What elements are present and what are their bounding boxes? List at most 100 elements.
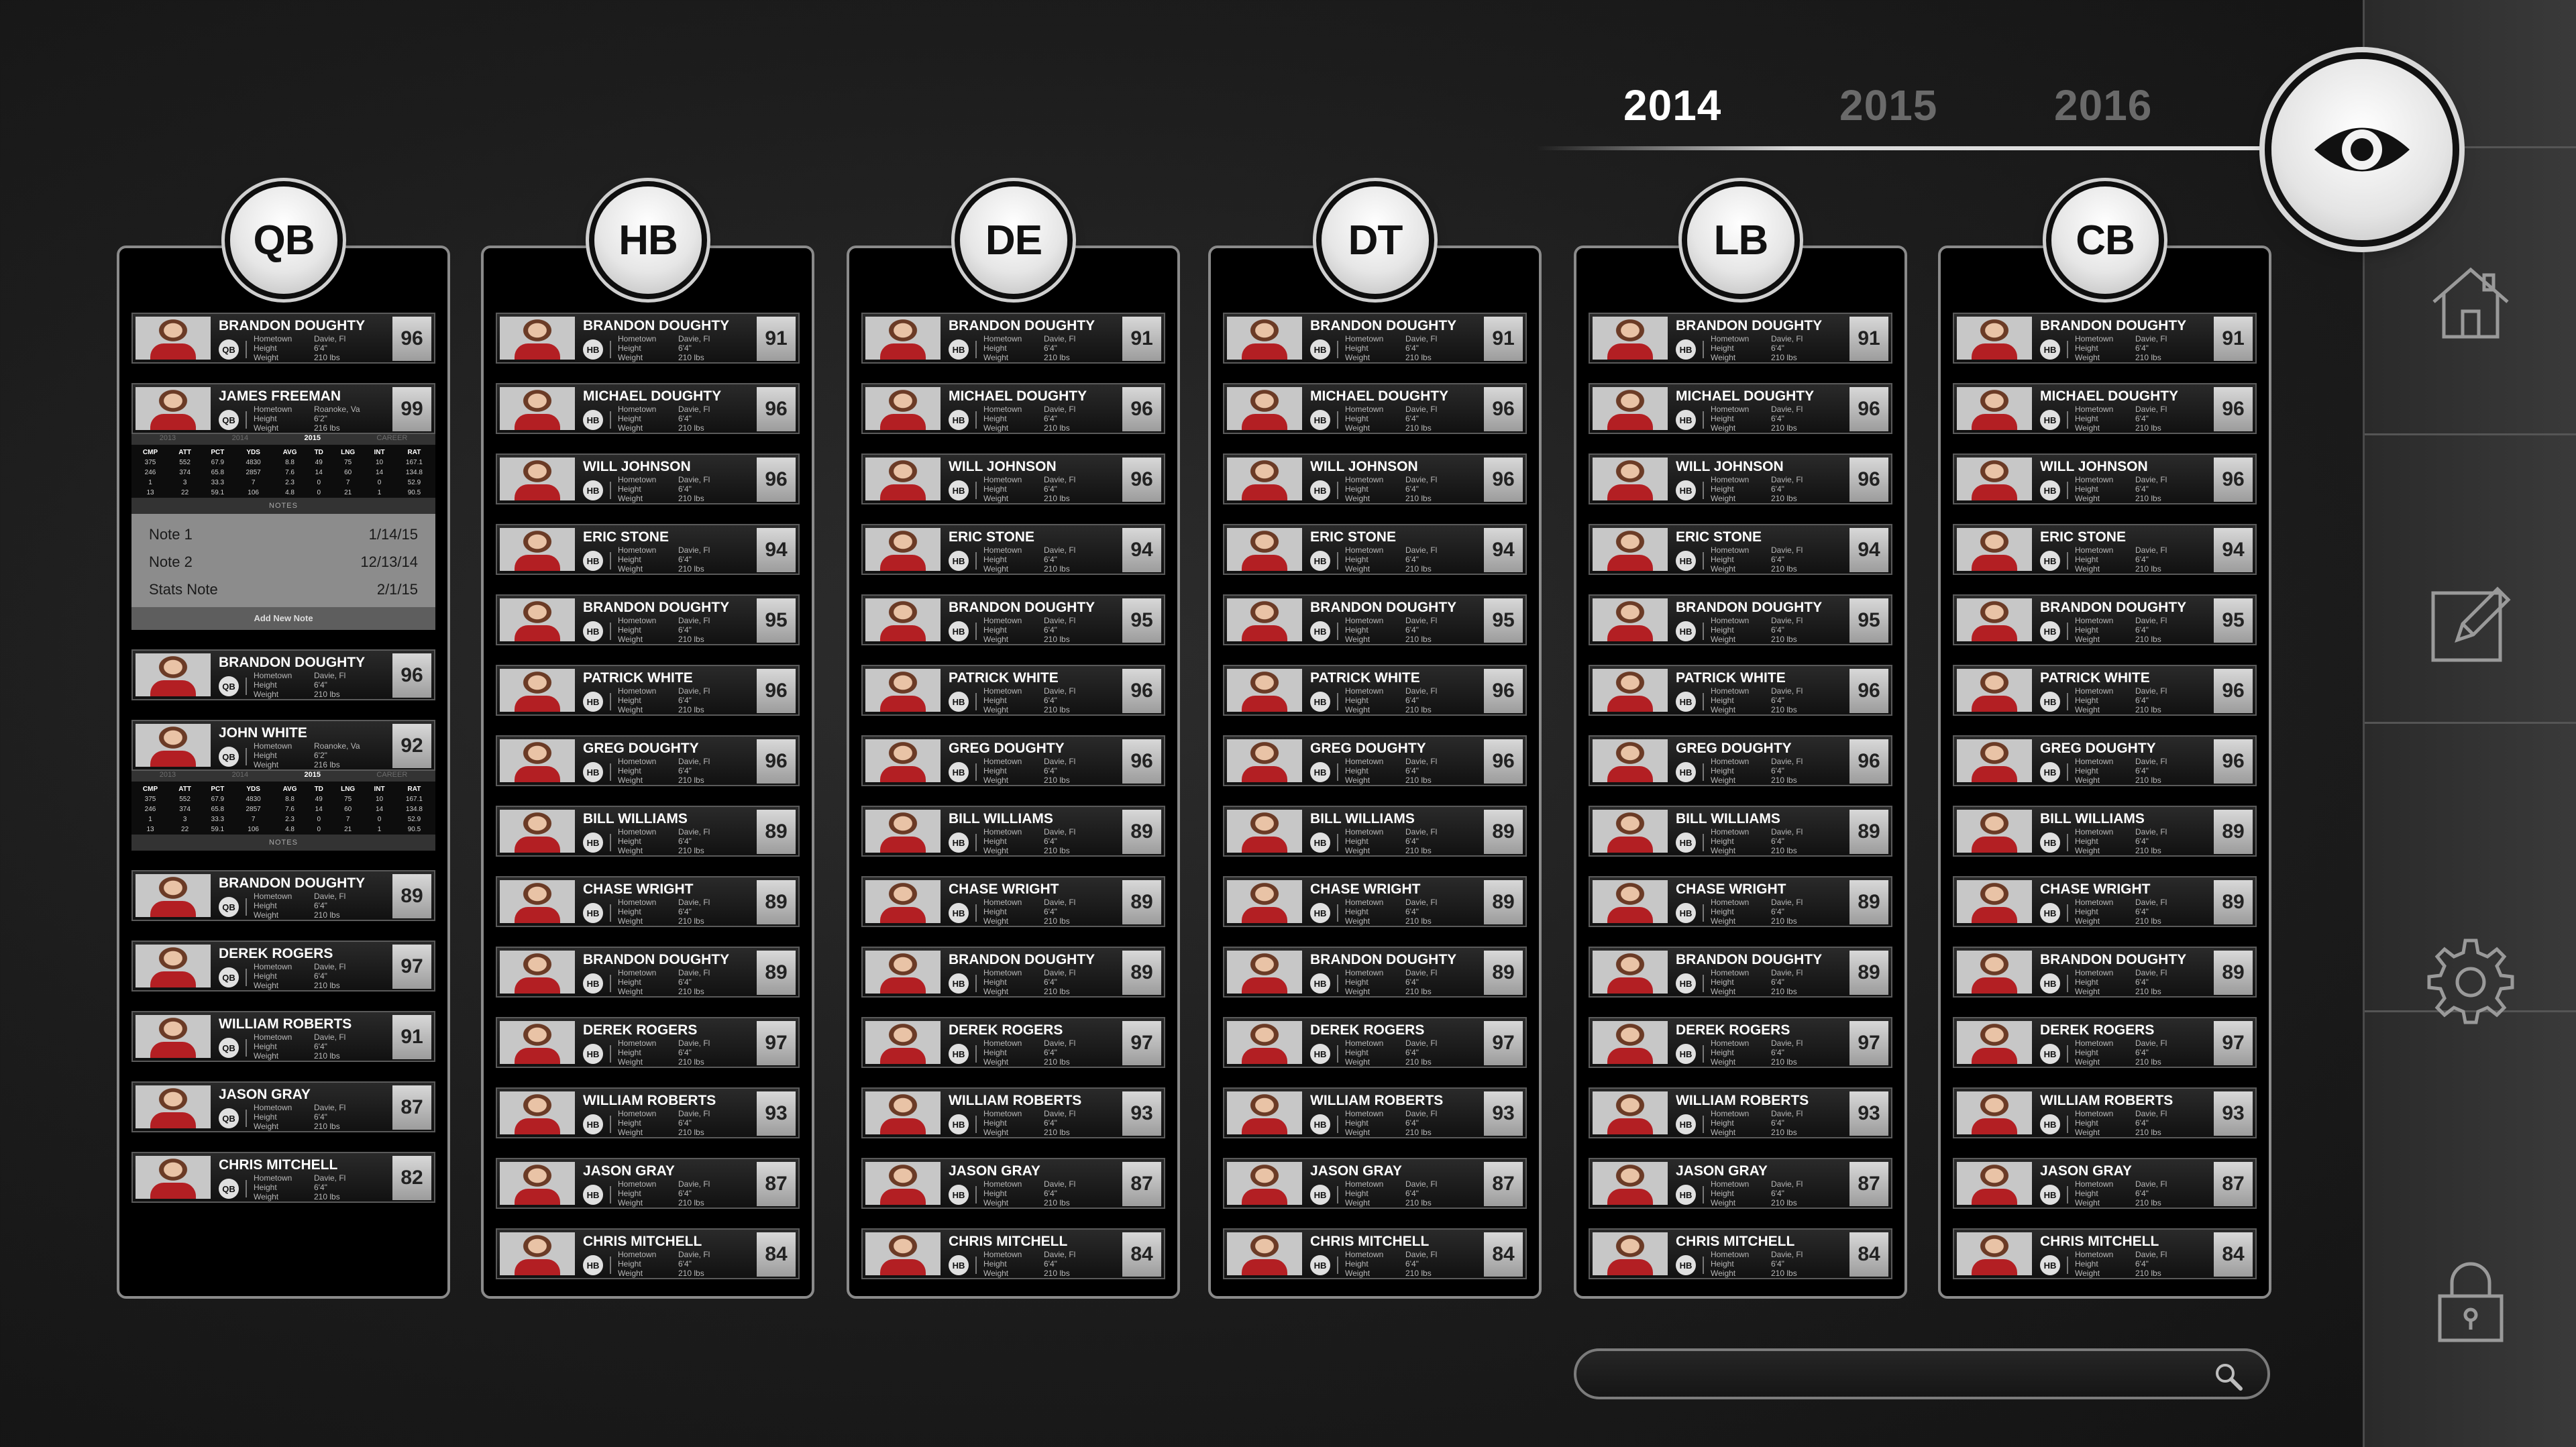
player-card[interactable]: PATRICK WHITE HB Hometown Davie, Fl Heigh… (496, 665, 800, 716)
player-card[interactable]: BRANDON DOUGHTY HB Hometown Davie, Fl Hei… (496, 313, 800, 364)
player-card[interactable]: BRANDON DOUGHTY QB Hometown Davie, Fl Hei… (131, 649, 435, 700)
player-card[interactable]: GREG DOUGHTY HB Hometown Davie, Fl Height… (496, 735, 800, 786)
lock-icon[interactable] (2424, 1254, 2518, 1348)
player-card[interactable]: CHASE WRIGHT HB Hometown Davie, Fl Height… (1223, 876, 1527, 927)
player-card[interactable]: BILL WILLIAMS HB Hometown Davie, Fl Heigh… (1953, 806, 2257, 857)
search-icon[interactable] (2214, 1362, 2243, 1391)
player-card[interactable]: MICHAEL DOUGHTY HB Hometown Davie, Fl Hei… (1589, 383, 1892, 434)
player-card[interactable]: PATRICK WHITE HB Hometown Davie, Fl Heigh… (861, 665, 1165, 716)
position-badge[interactable]: LB (1687, 186, 1794, 294)
player-card[interactable]: CHRIS MITCHELL HB Hometown Davie, Fl Heig… (1589, 1228, 1892, 1279)
player-card[interactable]: WILL JOHNSON HB Hometown Davie, Fl Height… (1953, 453, 2257, 504)
stats-year-tab[interactable]: 2013 (160, 771, 176, 782)
player-card[interactable]: WILL JOHNSON HB Hometown Davie, Fl Height… (861, 453, 1165, 504)
player-card[interactable]: BRANDON DOUGHTY HB Hometown Davie, Fl Hei… (861, 947, 1165, 998)
player-card[interactable]: JASON GRAY HB Hometown Davie, Fl Height 6'… (861, 1158, 1165, 1209)
player-card[interactable]: ERIC STONE HB Hometown Davie, Fl Height 6'… (861, 524, 1165, 575)
stats-year-tab[interactable]: 2015 (305, 771, 321, 782)
player-card[interactable]: CHASE WRIGHT HB Hometown Davie, Fl Height… (1589, 876, 1892, 927)
player-card[interactable]: WILLIAM ROBERTS QB Hometown Davie, Fl Hei… (131, 1011, 435, 1062)
player-card[interactable]: BRANDON DOUGHTY QB Hometown Davie, Fl Hei… (131, 313, 435, 364)
player-card[interactable]: PATRICK WHITE HB Hometown Davie, Fl Heigh… (1589, 665, 1892, 716)
player-card[interactable]: PATRICK WHITE HB Hometown Davie, Fl Heigh… (1223, 665, 1527, 716)
player-card[interactable]: GREG DOUGHTY HB Hometown Davie, Fl Height… (1589, 735, 1892, 786)
gear-icon[interactable] (2424, 932, 2518, 1026)
player-card[interactable]: DEREK ROGERS HB Hometown Davie, Fl Height… (1223, 1017, 1527, 1068)
player-card[interactable]: BRANDON DOUGHTY HB Hometown Davie, Fl Hei… (861, 594, 1165, 645)
eye-icon[interactable] (2271, 59, 2453, 240)
player-card[interactable]: CHRIS MITCHELL QB Hometown Davie, Fl Heig… (131, 1152, 435, 1203)
player-card[interactable]: WILL JOHNSON HB Hometown Davie, Fl Height… (1223, 453, 1527, 504)
player-card[interactable]: MICHAEL DOUGHTY HB Hometown Davie, Fl Hei… (1223, 383, 1527, 434)
player-card[interactable]: ERIC STONE HB Hometown Davie, Fl Height 6'… (1589, 524, 1892, 575)
player-card[interactable]: JASON GRAY QB Hometown Davie, Fl Height 6'… (131, 1081, 435, 1132)
player-card[interactable]: WILLIAM ROBERTS HB Hometown Davie, Fl Hei… (1589, 1087, 1892, 1138)
home-icon[interactable] (2424, 255, 2518, 349)
player-card[interactable]: ERIC STONE HB Hometown Davie, Fl Height 6'… (496, 524, 800, 575)
edit-icon[interactable] (2424, 577, 2518, 671)
search-input[interactable] (1603, 1360, 2196, 1389)
player-card[interactable]: DEREK ROGERS HB Hometown Davie, Fl Height… (861, 1017, 1165, 1068)
player-card[interactable]: BRANDON DOUGHTY HB Hometown Davie, Fl Hei… (1589, 594, 1892, 645)
player-card[interactable]: MICHAEL DOUGHTY HB Hometown Davie, Fl Hei… (861, 383, 1165, 434)
player-card[interactable]: MICHAEL DOUGHTY HB Hometown Davie, Fl Hei… (496, 383, 800, 434)
note-item[interactable]: Note 2 12/13/14 (149, 548, 418, 576)
position-badge[interactable]: HB (594, 186, 702, 294)
player-card[interactable]: BRANDON DOUGHTY HB Hometown Davie, Fl Hei… (496, 947, 800, 998)
player-card[interactable]: BILL WILLIAMS HB Hometown Davie, Fl Heigh… (1223, 806, 1527, 857)
player-card[interactable]: DEREK ROGERS QB Hometown Davie, Fl Height… (131, 941, 435, 992)
year-tab-2016[interactable]: 2016 (2054, 81, 2152, 130)
stats-year-tab[interactable]: 2015 (305, 434, 321, 445)
player-card[interactable]: JOHN WHITE QB Hometown Roanoke, Va Height… (131, 720, 435, 771)
player-card[interactable]: BILL WILLIAMS HB Hometown Davie, Fl Heigh… (496, 806, 800, 857)
position-badge[interactable]: DE (960, 186, 1067, 294)
player-card[interactable]: GREG DOUGHTY HB Hometown Davie, Fl Height… (861, 735, 1165, 786)
player-card[interactable]: WILL JOHNSON HB Hometown Davie, Fl Height… (496, 453, 800, 504)
stats-year-tab[interactable]: 2014 (232, 434, 248, 445)
note-item[interactable]: Note 1 1/14/15 (149, 521, 418, 548)
player-card[interactable]: JAMES FREEMAN QB Hometown Roanoke, Va Hei… (131, 383, 435, 434)
player-card[interactable]: CHRIS MITCHELL HB Hometown Davie, Fl Heig… (496, 1228, 800, 1279)
position-badge[interactable]: QB (230, 186, 337, 294)
player-card[interactable]: BRANDON DOUGHTY HB Hometown Davie, Fl Hei… (1953, 947, 2257, 998)
player-card[interactable]: GREG DOUGHTY HB Hometown Davie, Fl Height… (1223, 735, 1527, 786)
player-card[interactable]: BRANDON DOUGHTY HB Hometown Davie, Fl Hei… (1953, 313, 2257, 364)
player-card[interactable]: BRANDON DOUGHTY HB Hometown Davie, Fl Hei… (1223, 594, 1527, 645)
player-card[interactable]: ERIC STONE HB Hometown Davie, Fl Height 6'… (1953, 524, 2257, 575)
player-card[interactable]: BRANDON DOUGHTY HB Hometown Davie, Fl Hei… (861, 313, 1165, 364)
player-card[interactable]: JASON GRAY HB Hometown Davie, Fl Height 6'… (1953, 1158, 2257, 1209)
player-card[interactable]: WILL JOHNSON HB Hometown Davie, Fl Height… (1589, 453, 1892, 504)
position-badge[interactable]: CB (2051, 186, 2159, 294)
player-card[interactable]: BRANDON DOUGHTY QB Hometown Davie, Fl Hei… (131, 870, 435, 921)
note-item[interactable]: Stats Note 2/1/15 (149, 576, 418, 603)
player-card[interactable]: WILLIAM ROBERTS HB Hometown Davie, Fl Hei… (1223, 1087, 1527, 1138)
player-card[interactable]: BRANDON DOUGHTY HB Hometown Davie, Fl Hei… (496, 594, 800, 645)
player-card[interactable]: BILL WILLIAMS HB Hometown Davie, Fl Heigh… (1589, 806, 1892, 857)
player-card[interactable]: WILLIAM ROBERTS HB Hometown Davie, Fl Hei… (1953, 1087, 2257, 1138)
stats-year-tab[interactable]: 2014 (232, 771, 248, 782)
year-tab-2015[interactable]: 2015 (1839, 81, 1937, 130)
stats-year-tab[interactable]: 2013 (160, 434, 176, 445)
player-card[interactable]: DEREK ROGERS HB Hometown Davie, Fl Height… (1589, 1017, 1892, 1068)
player-card[interactable]: CHRIS MITCHELL HB Hometown Davie, Fl Heig… (1953, 1228, 2257, 1279)
player-card[interactable]: CHRIS MITCHELL HB Hometown Davie, Fl Heig… (1223, 1228, 1527, 1279)
player-card[interactable]: JASON GRAY HB Hometown Davie, Fl Height 6'… (1589, 1158, 1892, 1209)
player-card[interactable]: BILL WILLIAMS HB Hometown Davie, Fl Heigh… (861, 806, 1165, 857)
player-card[interactable]: BRANDON DOUGHTY HB Hometown Davie, Fl Hei… (1589, 947, 1892, 998)
player-card[interactable]: DEREK ROGERS HB Hometown Davie, Fl Height… (496, 1017, 800, 1068)
position-badge[interactable]: DT (1322, 186, 1429, 294)
player-card[interactable]: WILLIAM ROBERTS HB Hometown Davie, Fl Hei… (861, 1087, 1165, 1138)
player-card[interactable]: CHASE WRIGHT HB Hometown Davie, Fl Height… (861, 876, 1165, 927)
stats-year-tab[interactable]: CAREER (376, 434, 407, 445)
player-card[interactable]: CHASE WRIGHT HB Hometown Davie, Fl Height… (496, 876, 800, 927)
player-card[interactable]: BRANDON DOUGHTY HB Hometown Davie, Fl Hei… (1953, 594, 2257, 645)
player-card[interactable]: JASON GRAY HB Hometown Davie, Fl Height 6'… (1223, 1158, 1527, 1209)
player-card[interactable]: MICHAEL DOUGHTY HB Hometown Davie, Fl Hei… (1953, 383, 2257, 434)
add-note-button[interactable]: Add New Note (131, 607, 435, 630)
player-card[interactable]: CHASE WRIGHT HB Hometown Davie, Fl Height… (1953, 876, 2257, 927)
player-card[interactable]: WILLIAM ROBERTS HB Hometown Davie, Fl Hei… (496, 1087, 800, 1138)
stats-year-tab[interactable]: CAREER (376, 771, 407, 782)
player-card[interactable]: GREG DOUGHTY HB Hometown Davie, Fl Height… (1953, 735, 2257, 786)
player-card[interactable]: JASON GRAY HB Hometown Davie, Fl Height 6'… (496, 1158, 800, 1209)
player-card[interactable]: DEREK ROGERS HB Hometown Davie, Fl Height… (1953, 1017, 2257, 1068)
